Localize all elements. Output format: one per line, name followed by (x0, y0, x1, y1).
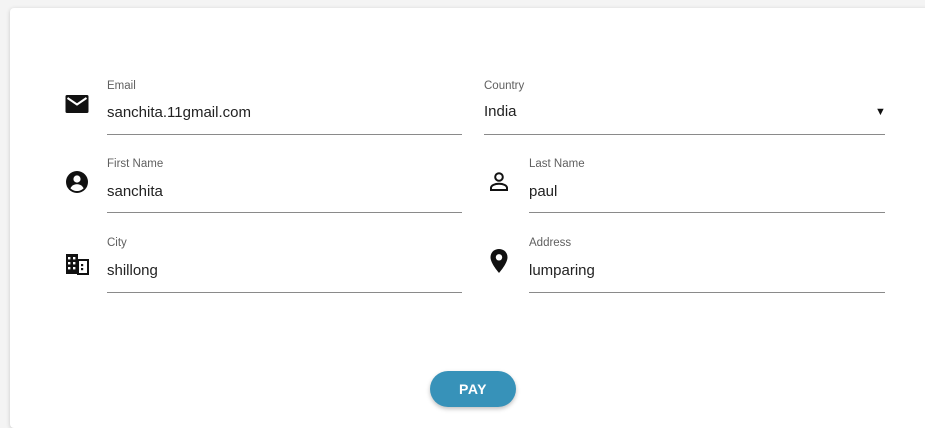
country-underline (484, 134, 885, 135)
last-name-underline (529, 212, 885, 213)
first-name-label: First Name (107, 158, 164, 170)
first-name-underline (107, 212, 462, 213)
payment-form-card (10, 8, 925, 428)
city-underline (107, 292, 462, 293)
address-label: Address (529, 237, 572, 249)
email-icon (64, 91, 90, 117)
city-input[interactable] (107, 260, 457, 280)
email-underline (107, 134, 462, 135)
country-select-value[interactable]: India (484, 103, 844, 123)
pay-button[interactable]: PAY (430, 371, 516, 407)
last-name-input[interactable] (529, 181, 879, 201)
country-label: Country (484, 80, 525, 92)
address-underline (529, 292, 885, 293)
chevron-down-icon[interactable]: ▼ (875, 106, 886, 118)
location-pin-icon (486, 248, 512, 274)
address-input[interactable] (529, 260, 879, 280)
last-name-label: Last Name (529, 158, 585, 170)
building-icon (64, 251, 90, 277)
email-input[interactable] (107, 102, 457, 122)
city-label: City (107, 237, 127, 249)
person-outline-icon (486, 169, 512, 195)
account-circle-icon (64, 169, 90, 195)
email-label: Email (107, 80, 136, 92)
first-name-input[interactable] (107, 181, 457, 201)
